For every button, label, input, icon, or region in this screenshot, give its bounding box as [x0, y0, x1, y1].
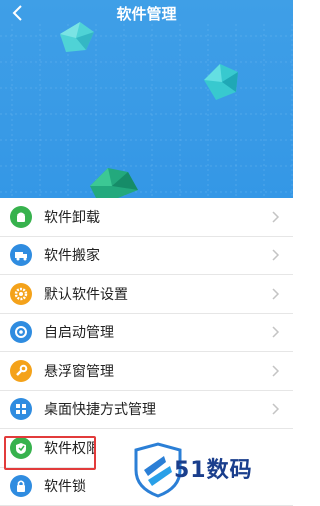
- watermark: 51数码: [96, 436, 293, 500]
- grid-shortcut-icon: [10, 398, 32, 420]
- menu-item-label: 桌面快捷方式管理: [44, 399, 269, 419]
- chevron-right-icon: [269, 209, 281, 225]
- highlight-box: [4, 436, 96, 470]
- lock-icon: [10, 475, 32, 497]
- menu-item-label: 默认软件设置: [44, 284, 269, 304]
- chevron-right-icon: [269, 247, 281, 263]
- truck-move-icon: [10, 244, 32, 266]
- gem-decoration-2: [204, 64, 238, 100]
- menu-item-label: 软件卸载: [44, 207, 269, 227]
- chevron-right-icon: [269, 363, 281, 379]
- menu-item[interactable]: 软件卸载: [0, 198, 293, 237]
- power-icon: [10, 321, 32, 343]
- menu-item[interactable]: 自启动管理: [0, 314, 293, 353]
- menu-item[interactable]: 软件搬家: [0, 237, 293, 276]
- gem-decoration-3: [90, 168, 138, 198]
- page-title: 软件管理: [0, 3, 293, 24]
- gear-icon: [10, 283, 32, 305]
- grid-background: [0, 0, 293, 198]
- menu-item-label: 悬浮窗管理: [44, 361, 269, 381]
- header-banner: 软件管理: [0, 0, 293, 198]
- watermark-text: 51数码: [174, 452, 253, 484]
- menu-item[interactable]: 悬浮窗管理: [0, 352, 293, 391]
- menu-item[interactable]: 桌面快捷方式管理: [0, 391, 293, 430]
- menu-item-label: 自启动管理: [44, 322, 269, 342]
- menu-item-label: 软件搬家: [44, 245, 269, 265]
- wrench-icon: [10, 360, 32, 382]
- chevron-right-icon: [269, 401, 281, 417]
- menu-item[interactable]: 默认软件设置: [0, 275, 293, 314]
- android-uninstall-icon: [10, 206, 32, 228]
- chevron-right-icon: [269, 324, 281, 340]
- chevron-right-icon: [269, 286, 281, 302]
- gem-decoration-1: [60, 22, 94, 52]
